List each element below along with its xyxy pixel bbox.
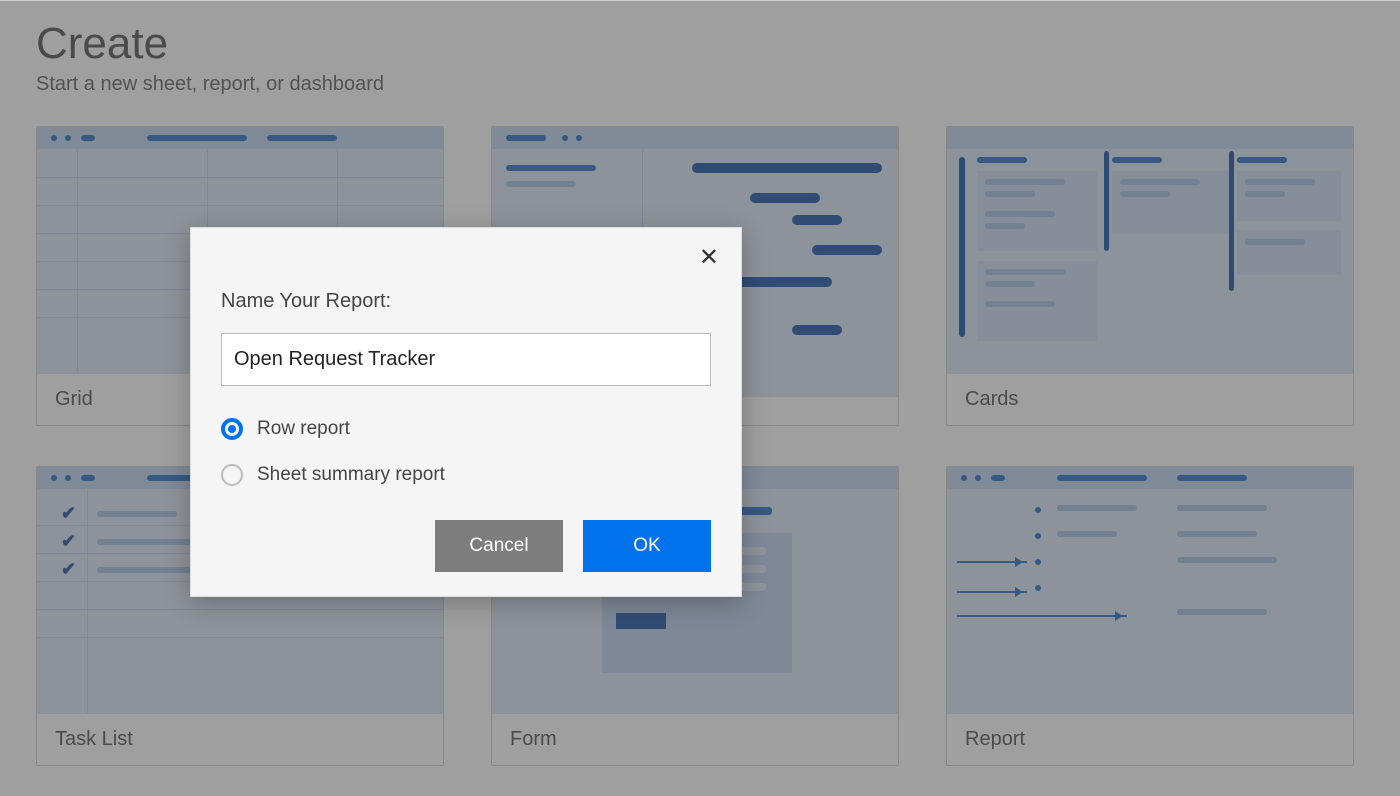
- close-icon[interactable]: ✕: [699, 246, 719, 270]
- radio-summary-label: Sheet summary report: [257, 464, 445, 486]
- report-name-input[interactable]: [221, 333, 711, 386]
- ok-button[interactable]: OK: [583, 520, 711, 572]
- cancel-button[interactable]: Cancel: [435, 520, 563, 572]
- dialog-actions: Cancel OK: [221, 520, 711, 572]
- modal-overlay: ✕ Name Your Report: Row report Sheet sum…: [0, 1, 1400, 796]
- report-type-group: Row report Sheet summary report: [221, 410, 711, 502]
- radio-icon: [221, 418, 243, 440]
- radio-sheet-summary[interactable]: Sheet summary report: [221, 456, 711, 502]
- name-report-dialog: ✕ Name Your Report: Row report Sheet sum…: [190, 227, 742, 597]
- radio-icon: [221, 464, 243, 486]
- radio-row-report[interactable]: Row report: [221, 410, 711, 456]
- dialog-title: Name Your Report:: [221, 290, 711, 313]
- radio-row-label: Row report: [257, 418, 350, 440]
